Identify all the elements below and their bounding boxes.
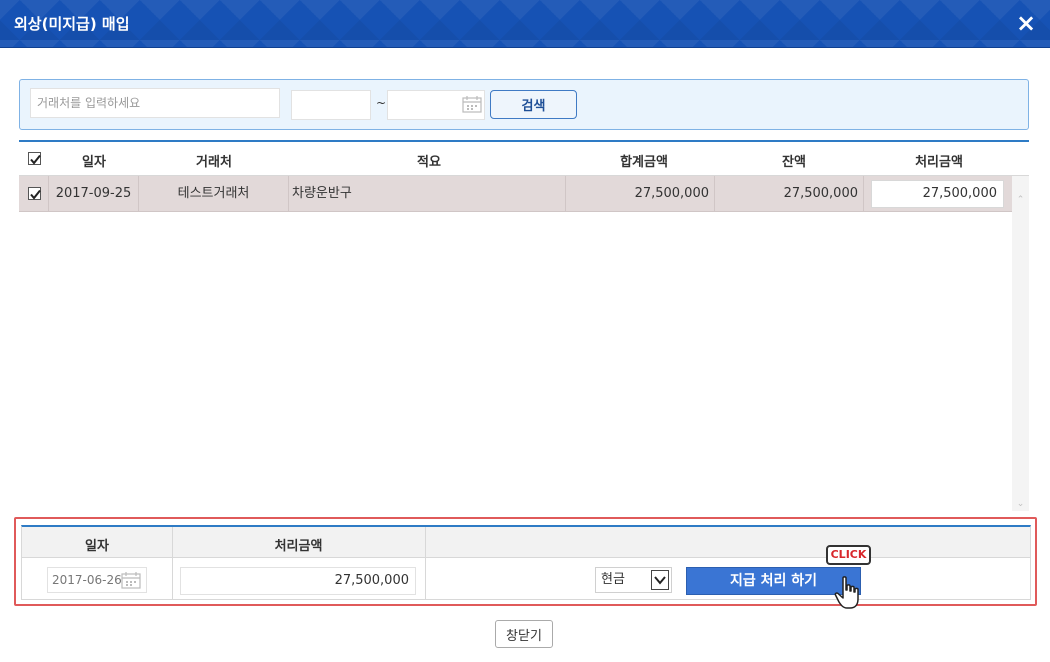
col-header-amount: 처리금액 — [915, 155, 963, 170]
scroll-up-icon[interactable]: ⌃ — [1015, 196, 1026, 205]
payment-date-input[interactable]: 2017-06-26 — [47, 567, 147, 593]
payment-header: 일자 처리금액 — [22, 527, 1030, 558]
row-check-cell — [19, 176, 49, 212]
calendar-icon[interactable] — [121, 571, 141, 589]
payment-amount-input[interactable]: 27,500,000 — [180, 567, 416, 595]
grid-scrollbar[interactable]: ⌃ ⌄ — [1012, 176, 1029, 511]
close-window-button[interactable]: 창닫기 — [495, 620, 553, 648]
col-header-date: 일자 — [82, 155, 106, 170]
payment-panel: 일자 처리금액 2017-06-26 27,500,000 현금 지급 처리 하… — [21, 525, 1031, 600]
payment-date-value: 2017-06-26 — [52, 573, 122, 587]
select-all-checkbox[interactable] — [28, 152, 41, 165]
row-total: 27,500,000 — [566, 176, 715, 212]
click-callout: CLICK — [826, 545, 871, 565]
row-checkbox[interactable] — [28, 187, 41, 200]
column-divider — [425, 527, 426, 599]
col-header-vendor: 거래처 — [196, 155, 232, 170]
row-memo: 차량운반구 — [289, 176, 566, 212]
date-from-input[interactable] — [291, 90, 371, 120]
col-header-balance: 잔액 — [782, 155, 806, 170]
table-row[interactable]: 2017-09-25 테스트거래처 차량운반구 27,500,000 27,50… — [19, 176, 1012, 212]
payment-method-select[interactable]: 현금 — [595, 567, 672, 593]
payment-method-value: 현금 — [601, 572, 625, 587]
payment-highlight-box: 일자 처리금액 2017-06-26 27,500,000 현금 지급 처리 하… — [14, 517, 1037, 606]
date-range-separator: ~ — [376, 96, 387, 110]
row-amount-input[interactable]: 27,500,000 — [871, 180, 1004, 208]
chevron-down-icon[interactable] — [651, 570, 669, 590]
column-divider — [172, 527, 173, 599]
grid-header: 일자 거래처 적요 합계금액 잔액 처리금액 — [19, 142, 1029, 176]
row-date: 2017-09-25 — [49, 176, 139, 212]
purchase-grid: 일자 거래처 적요 합계금액 잔액 처리금액 2017-09-25 테스트거래처… — [19, 140, 1029, 511]
calendar-icon[interactable] — [462, 95, 482, 113]
payment-col-amount: 처리금액 — [274, 539, 323, 554]
row-balance: 27,500,000 — [715, 176, 864, 212]
col-header-total: 합계금액 — [620, 155, 668, 170]
title-bar: 외상(미지급) 매입 × — [0, 0, 1050, 48]
search-panel: ~ 검색 — [19, 79, 1029, 130]
pointer-hand-icon — [834, 576, 859, 609]
row-vendor: 테스트거래처 — [139, 176, 289, 212]
col-header-memo: 적요 — [417, 155, 441, 170]
scroll-down-icon[interactable]: ⌄ — [1015, 500, 1026, 509]
window-title: 외상(미지급) 매입 — [14, 15, 130, 33]
payment-col-date: 일자 — [85, 539, 109, 554]
close-icon[interactable]: × — [1012, 9, 1040, 37]
search-button[interactable]: 검색 — [490, 90, 577, 119]
vendor-search-input[interactable] — [30, 88, 280, 118]
